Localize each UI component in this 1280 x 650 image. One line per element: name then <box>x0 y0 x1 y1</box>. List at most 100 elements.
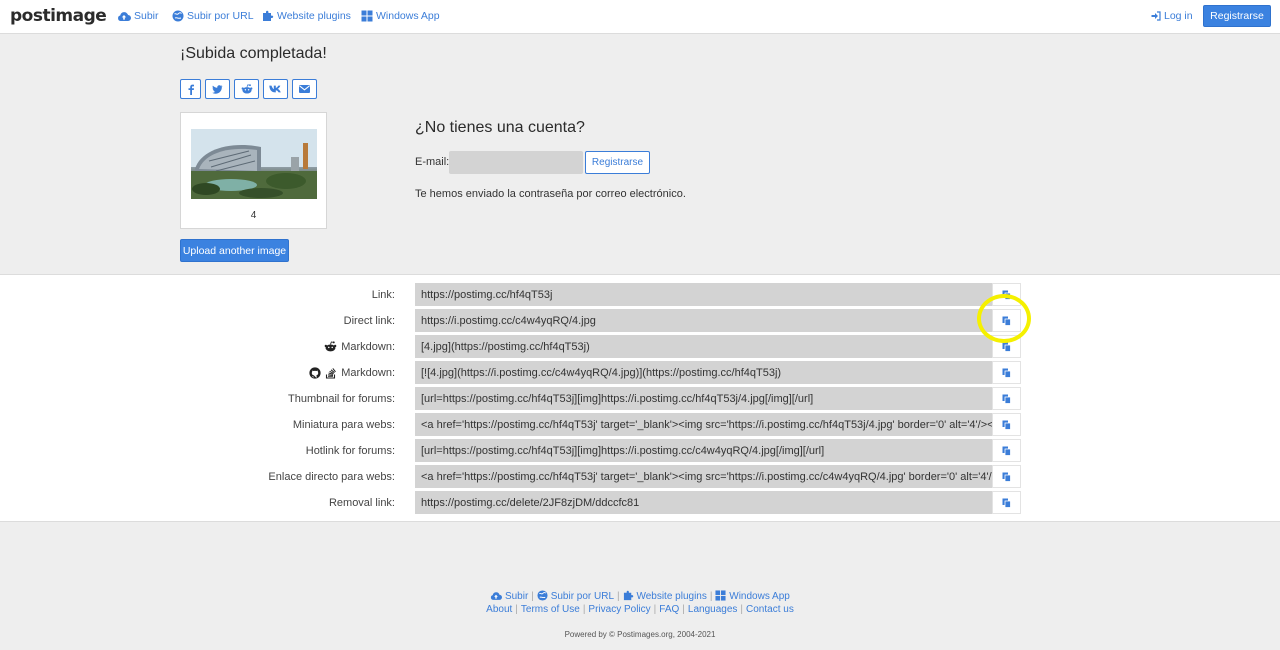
nav-register-button[interactable]: Registrarse <box>1203 5 1271 27</box>
page-footer: Subir | Subir por URL | Website plugins | W… <box>0 523 1280 650</box>
share-facebook-button[interactable] <box>180 79 201 99</box>
nav-plugins-link[interactable]: Website plugins <box>262 10 351 22</box>
footer-upload-url-link[interactable]: Subir por URL <box>537 590 615 602</box>
nav-upload-label: Subir <box>134 10 159 22</box>
facebook-icon <box>188 84 194 95</box>
copy-button[interactable] <box>992 361 1021 384</box>
link-field[interactable]: [url=https://postimg.cc/hf4qT53j][img]ht… <box>415 439 992 462</box>
puzzle-icon <box>623 590 633 601</box>
link-field[interactable]: [4.jpg](https://postimg.cc/hf4qT53j) <box>415 335 992 358</box>
footer-contact-link[interactable]: Contact us <box>746 604 794 615</box>
link-label-text: Hotlink for forums: <box>305 444 395 457</box>
nav-login-label: Log in <box>1164 10 1193 22</box>
building-photo-illustration <box>191 129 317 199</box>
copy-icon <box>1002 316 1011 326</box>
nav-plugins-label: Website plugins <box>277 10 351 22</box>
copy-button[interactable] <box>992 283 1021 306</box>
footer-faq-link[interactable]: FAQ <box>659 604 679 615</box>
postimage-logo[interactable]: postimage <box>10 6 107 26</box>
page-title: ¡Subida completada! <box>180 45 327 62</box>
link-label-text: Removal link: <box>328 496 395 509</box>
link-label: Hotlink for forums: <box>306 439 395 462</box>
email-register-button[interactable]: Registrarse <box>585 151 650 174</box>
share-buttons <box>180 79 317 99</box>
copy-button[interactable] <box>992 465 1021 488</box>
link-field[interactable]: https://i.postimg.cc/c4w4yqRQ/4.jpg <box>415 309 992 332</box>
copy-icon <box>1002 394 1011 404</box>
copy-icon <box>1002 498 1011 508</box>
footer-upload-link[interactable]: Subir <box>490 591 528 602</box>
link-row: Removal link: https://postimg.cc/delete/… <box>0 491 1280 514</box>
copy-button[interactable] <box>992 491 1021 514</box>
footer-upload-label: Subir <box>504 591 529 602</box>
upload-complete-panel: ¡Subida completada! 4 Upload another ima… <box>0 34 1280 274</box>
copy-icon <box>1002 290 1011 300</box>
link-field[interactable]: <a href='https://postimg.cc/hf4qT53j' ta… <box>415 413 992 436</box>
email-field[interactable] <box>449 151 583 174</box>
nav-upload-url-label: Subir por URL <box>187 10 254 22</box>
footer-primary-links: Subir | Subir por URL | Website plugins | W… <box>0 590 1280 602</box>
nav-upload-url-link[interactable]: Subir por URL <box>172 10 254 22</box>
uploaded-image-thumbnail[interactable] <box>191 129 317 199</box>
link-field[interactable]: [![4.jpg](https://i.postimg.cc/c4w4yqRQ/… <box>415 361 992 384</box>
link-label: Direct link: <box>344 309 395 332</box>
footer-plugins-link[interactable]: Website plugins <box>623 590 707 602</box>
powered-by-text: Powered by © Postimages.org, 2004-2021 <box>564 630 716 639</box>
account-title: ¿No tienes una cuenta? <box>415 119 585 136</box>
cloud-upload-icon <box>491 592 503 600</box>
link-field[interactable]: [url=https://postimg.cc/hf4qT53j][img]ht… <box>415 387 992 410</box>
share-twitter-button[interactable] <box>205 79 230 99</box>
footer-terms-link[interactable]: Terms of Use <box>521 604 580 615</box>
twitter-icon <box>212 84 223 94</box>
footer-privacy-link[interactable]: Privacy Policy <box>588 604 650 615</box>
password-sent-note: Te hemos enviado la contraseña por corre… <box>415 188 686 200</box>
link-row: Hotlink for forums: [url=https://postimg… <box>0 439 1280 462</box>
link-label-text: Thumbnail for forums: <box>288 392 395 405</box>
link-label: Enlace directo para webs: <box>268 465 395 488</box>
footer-secondary-links: About | Terms of Use | Privacy Policy | FAQ | La… <box>486 604 794 615</box>
footer-plugins-label: Website plugins <box>636 591 707 602</box>
windows-icon <box>715 590 727 601</box>
copy-button[interactable] <box>992 335 1021 358</box>
link-label-text: Markdown: <box>341 366 395 379</box>
link-field[interactable]: https://postimg.cc/delete/2JF8zjDM/ddccf… <box>415 491 992 514</box>
link-field[interactable]: https://postimg.cc/hf4qT53j <box>415 283 992 306</box>
upload-another-button[interactable]: Upload another image <box>180 239 289 262</box>
link-label-text: Direct link: <box>343 314 395 327</box>
nav-windows-app-label: Windows App <box>376 10 440 22</box>
share-email-button[interactable] <box>292 79 317 99</box>
nav-login-link[interactable]: Log in <box>1151 10 1193 22</box>
footer-windows-app-label: Windows App <box>729 591 790 602</box>
puzzle-icon <box>263 10 274 21</box>
copy-button[interactable] <box>992 309 1021 332</box>
share-vk-button[interactable] <box>263 79 288 99</box>
copy-icon <box>1002 342 1011 352</box>
link-field[interactable]: <a href='https://postimg.cc/hf4qT53j' ta… <box>415 465 992 488</box>
footer-about-link[interactable]: About <box>486 604 512 615</box>
globe-icon <box>172 10 184 22</box>
vk-icon <box>269 85 281 93</box>
link-row: Markdown: [![4.jpg](https://i.postimg.cc… <box>0 361 1280 384</box>
link-label-text: Link: <box>371 288 395 301</box>
share-reddit-button[interactable] <box>234 79 259 99</box>
copy-button[interactable] <box>992 439 1021 462</box>
link-label: Markdown: <box>309 361 395 384</box>
nav-windows-app-link[interactable]: Windows App <box>361 10 440 22</box>
footer-languages-link[interactable]: Languages <box>688 604 738 615</box>
windows-icon <box>361 10 373 22</box>
stack-overflow-icon <box>326 367 337 379</box>
email-label: E-mail: <box>415 156 450 168</box>
footer-windows-app-link[interactable]: Windows App <box>715 590 790 602</box>
copy-button[interactable] <box>992 413 1021 436</box>
link-row: Markdown: [4.jpg](https://postimg.cc/hf4… <box>0 335 1280 358</box>
link-label-text: Miniatura para webs: <box>292 418 395 431</box>
footer-upload-url-label: Subir por URL <box>550 591 615 602</box>
copy-button[interactable] <box>992 387 1021 410</box>
link-row: Miniatura para webs: <a href='https://po… <box>0 413 1280 436</box>
copy-icon <box>1002 420 1011 430</box>
link-row: Direct link: https://i.postimg.cc/c4w4yq… <box>0 309 1280 332</box>
copy-icon <box>1002 368 1011 378</box>
nav-upload-link[interactable]: Subir <box>117 10 159 22</box>
uploaded-image-card: 4 <box>180 112 327 229</box>
globe-icon <box>537 590 548 601</box>
